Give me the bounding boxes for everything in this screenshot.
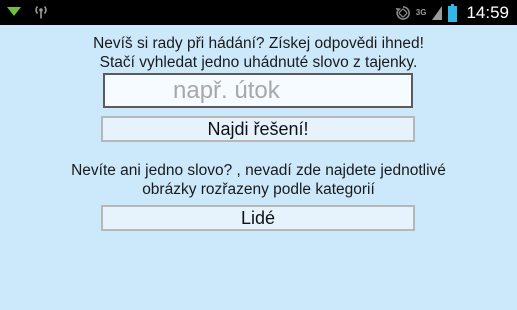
hint-line-1: Nevíte ani jedno slovo? , nevadí zde naj… [71, 162, 446, 179]
notification-area [6, 4, 48, 20]
wifi-hotspot-icon [35, 5, 47, 19]
intro-line-2: Stačí vyhledat jedno uhádnuté slovo z ta… [99, 54, 418, 71]
search-input[interactable] [103, 73, 413, 108]
hint-line-2: obrázky rozřazeny podle kategorií [142, 181, 375, 198]
main-content: Nevíš si rady při hádání? Získej odpověd… [0, 25, 517, 310]
hint-text: Nevíte ani jedno slovo? , nevadí zde naj… [20, 161, 497, 199]
intro-line-1: Nevíš si rady při hádání? Získej odpověd… [93, 35, 424, 52]
system-status-area: 3G 14:59 [395, 0, 509, 25]
battery-icon [448, 3, 458, 22]
intro-text: Nevíš si rady při hádání? Získej odpověd… [20, 34, 497, 72]
status-bar: 3G 14:59 [0, 0, 517, 25]
download-notification-icon [7, 7, 21, 16]
find-solution-button[interactable]: Najdi řešení! [101, 116, 415, 142]
category-people-button[interactable]: Lidé [101, 205, 415, 231]
signal-icon [432, 5, 443, 20]
network-type-label: 3G [415, 7, 427, 17]
rotate-icon [395, 5, 410, 20]
clock: 14:59 [466, 2, 509, 22]
